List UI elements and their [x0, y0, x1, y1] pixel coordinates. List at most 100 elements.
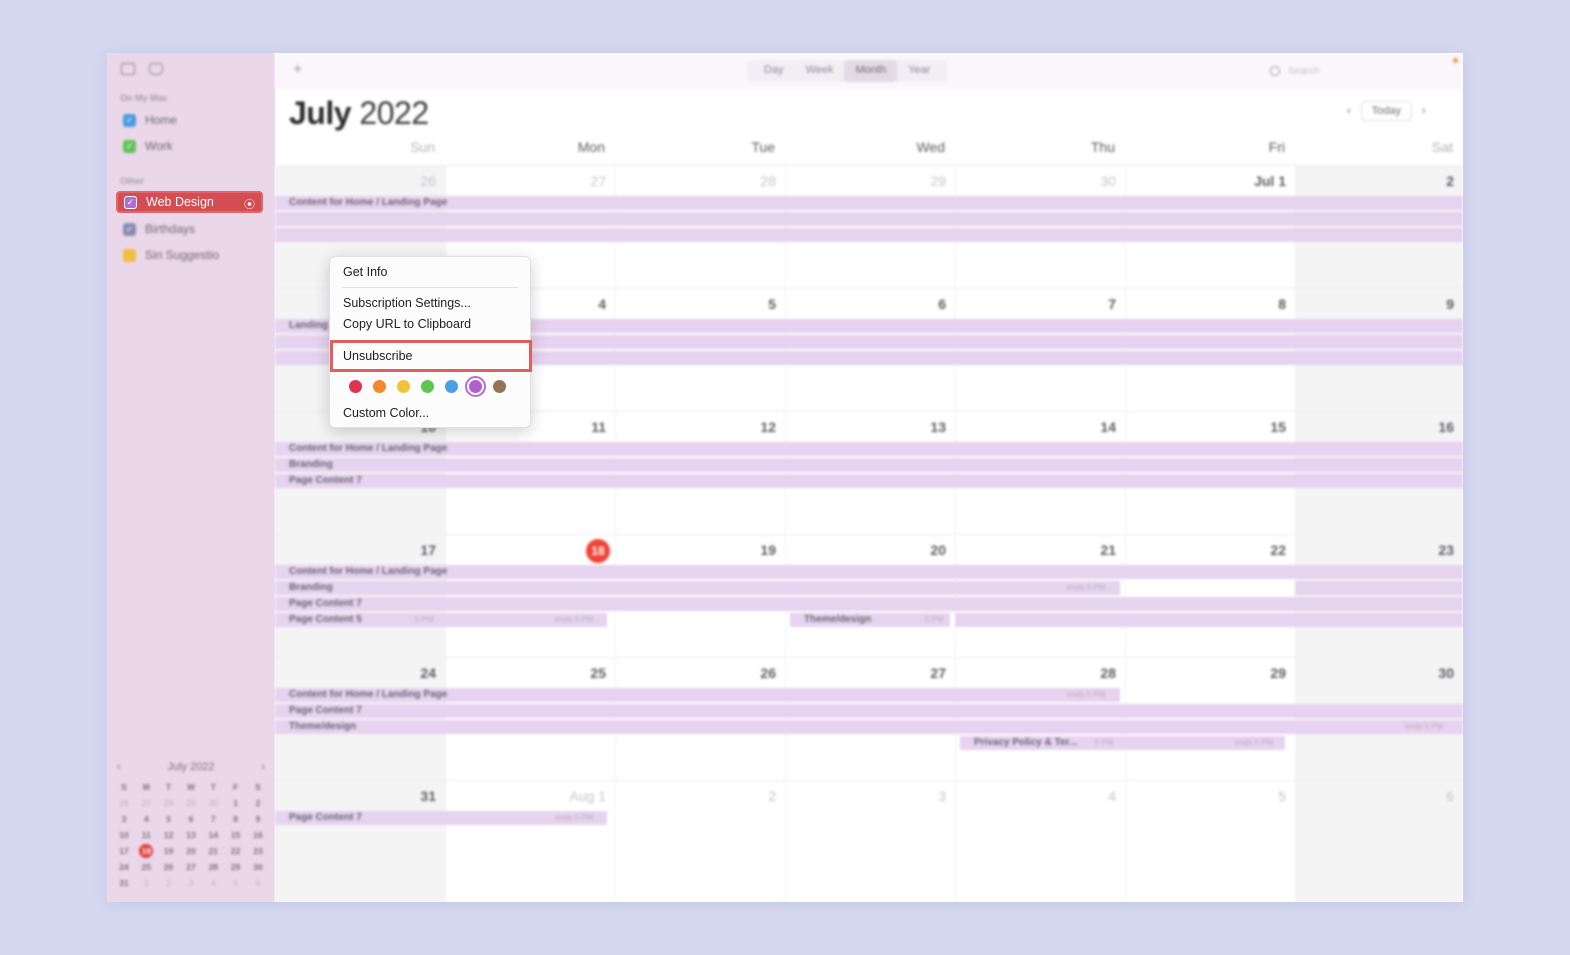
mini-day[interactable]: 30 [248, 862, 268, 872]
day-cell[interactable]: 16 [1295, 411, 1463, 534]
tab-year[interactable]: Year [897, 60, 941, 82]
color-swatch[interactable] [465, 376, 486, 397]
menu-item-copy-url[interactable]: Copy URL to Clipboard [343, 317, 471, 331]
event-bar[interactable] [275, 228, 1463, 242]
mini-day[interactable]: 27 [136, 798, 156, 808]
day-cell[interactable]: 9 [1295, 288, 1463, 411]
menu-item-unsubscribe[interactable]: Unsubscribe [330, 340, 532, 372]
mini-day[interactable]: 29 [226, 862, 246, 872]
mini-day[interactable]: 6 [248, 878, 268, 888]
color-swatch[interactable] [349, 380, 362, 393]
chevron-left-icon[interactable]: ‹ [117, 761, 121, 773]
day-cell[interactable]: 20 [785, 534, 955, 657]
mini-day[interactable]: 6 [181, 814, 201, 824]
mini-day[interactable]: 12 [159, 830, 179, 840]
mini-day[interactable]: 18 [139, 844, 154, 858]
day-cell[interactable]: 27 [785, 657, 955, 780]
chevron-left-icon[interactable]: ‹ [1347, 105, 1351, 117]
event-bar[interactable]: Page Content 7 [275, 474, 1463, 488]
day-cell[interactable]: 13 [785, 411, 955, 534]
day-cell[interactable]: 18 [445, 534, 615, 657]
mini-day[interactable]: 1 [136, 878, 156, 888]
mini-day[interactable]: 1 [226, 798, 246, 808]
mini-day[interactable]: 19 [159, 846, 179, 856]
event-bar[interactable] [955, 613, 1463, 627]
mini-day[interactable]: 3 [181, 878, 201, 888]
mini-day[interactable]: 29 [181, 798, 201, 808]
sidebar-item-birthdays[interactable]: ✓ Birthdays [123, 220, 195, 238]
mini-day[interactable]: 20 [181, 846, 201, 856]
mini-day[interactable]: 31 [114, 878, 134, 888]
day-cell[interactable]: 5 [1125, 780, 1295, 902]
mini-day[interactable]: 2 [248, 798, 268, 808]
tab-month[interactable]: Month [844, 60, 898, 82]
checkbox-icon[interactable]: ✓ [124, 195, 137, 209]
mini-day[interactable]: 5 [226, 878, 246, 888]
day-cell[interactable]: 29 [785, 165, 955, 288]
day-cell[interactable]: 17 [275, 534, 445, 657]
day-cell[interactable]: 15 [1125, 411, 1295, 534]
tab-week[interactable]: Week [795, 60, 845, 82]
menu-item-get-info[interactable]: Get Info [343, 265, 387, 279]
checkbox-icon[interactable]: ✓ [123, 139, 136, 153]
mini-day[interactable]: 25 [136, 862, 156, 872]
event-bar[interactable]: Branding [275, 458, 1463, 472]
checkbox-icon[interactable] [123, 248, 136, 262]
chevron-right-icon[interactable]: › [1422, 105, 1426, 117]
day-cell[interactable]: Jul 1 [1125, 165, 1295, 288]
day-cell[interactable]: 6 [785, 288, 955, 411]
day-cell[interactable]: Aug 1 [445, 780, 615, 902]
event-bar[interactable]: Branding [275, 581, 1120, 595]
day-cell[interactable]: 29 [1125, 657, 1295, 780]
event-bar[interactable] [275, 212, 1463, 226]
day-cell[interactable]: 19 [615, 534, 785, 657]
day-cell[interactable]: 10 [275, 411, 445, 534]
mini-day[interactable]: 9 [248, 814, 268, 824]
day-cell[interactable]: 8 [1125, 288, 1295, 411]
mini-day[interactable]: 7 [203, 814, 223, 824]
day-cell[interactable]: 11 [445, 411, 615, 534]
day-cell[interactable]: 24 [275, 657, 445, 780]
color-swatch[interactable] [421, 380, 434, 393]
day-cell[interactable]: 28 [615, 165, 785, 288]
day-cell[interactable]: 26 [615, 657, 785, 780]
mini-day[interactable]: 3 [114, 814, 134, 824]
day-cell[interactable]: 22 [1125, 534, 1295, 657]
today-button[interactable]: Today [1360, 101, 1413, 121]
day-cell[interactable]: 6 [1295, 780, 1463, 902]
event-bar[interactable]: Content for Home / Landing Page [275, 565, 1463, 579]
event-bar[interactable]: Theme/design [275, 720, 1463, 734]
day-cell[interactable]: 4 [955, 780, 1125, 902]
event-bar[interactable]: Page Content 7 [275, 704, 1463, 718]
day-cell[interactable]: 25 [445, 657, 615, 780]
mini-day[interactable]: 2 [159, 878, 179, 888]
day-cell[interactable]: 2 [615, 780, 785, 902]
mini-day[interactable]: 21 [203, 846, 223, 856]
day-cell[interactable]: 30 [1295, 657, 1463, 780]
day-cell[interactable]: 2 [1295, 165, 1463, 288]
inbox-icon[interactable] [149, 63, 163, 75]
mini-day[interactable]: 28 [159, 798, 179, 808]
event-bar[interactable]: Page Content 7 [275, 597, 1463, 611]
menu-item-custom-color[interactable]: Custom Color... [343, 406, 429, 420]
day-cell[interactable]: 28 [955, 657, 1125, 780]
day-cell[interactable]: 3 [785, 780, 955, 902]
mini-day[interactable]: 16 [248, 830, 268, 840]
color-swatch[interactable] [373, 380, 386, 393]
mini-day[interactable]: 28 [203, 862, 223, 872]
tab-day[interactable]: Day [753, 60, 795, 82]
color-swatch[interactable] [445, 380, 458, 393]
checkbox-icon[interactable]: ✓ [123, 222, 136, 236]
checkbox-icon[interactable]: ✓ [123, 113, 136, 127]
calendar-list-icon[interactable] [121, 63, 135, 75]
sidebar-item-work[interactable]: ✓ Work [123, 137, 173, 155]
mini-day[interactable]: 5 [159, 814, 179, 824]
sidebar-item-home[interactable]: ✓ Home [123, 111, 177, 129]
mini-day[interactable]: 10 [114, 830, 134, 840]
mini-day[interactable]: 26 [159, 862, 179, 872]
mini-day[interactable]: 26 [114, 798, 134, 808]
chevron-right-icon[interactable]: › [261, 761, 265, 773]
day-cell[interactable]: 5 [615, 288, 785, 411]
mini-day[interactable]: 15 [226, 830, 246, 840]
search-input[interactable]: Search [1270, 61, 1450, 81]
